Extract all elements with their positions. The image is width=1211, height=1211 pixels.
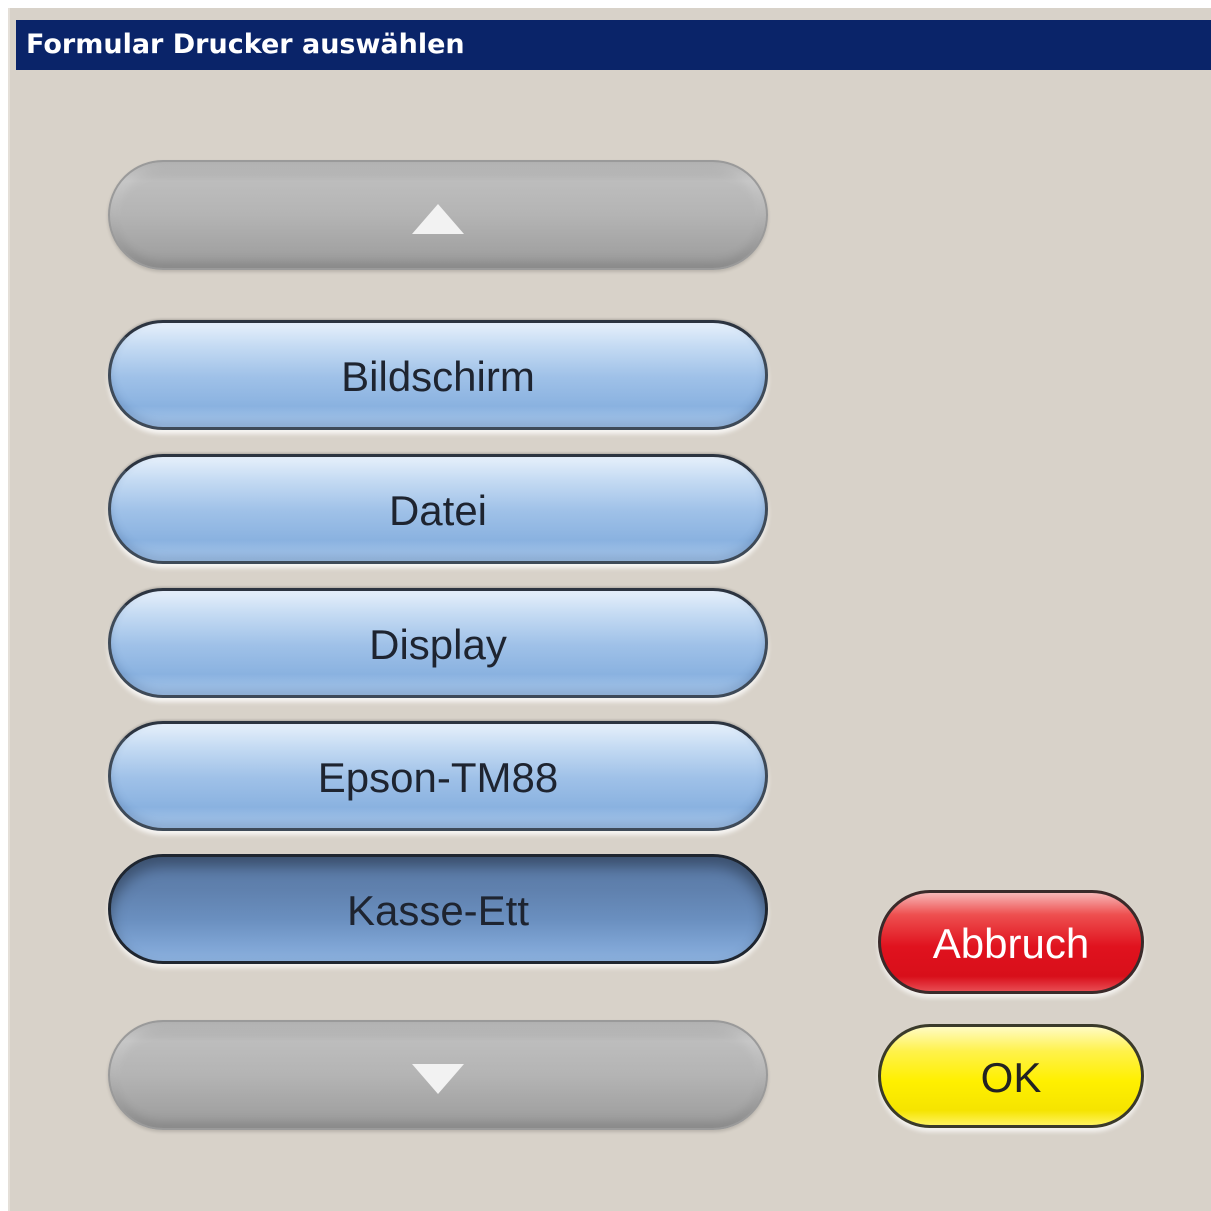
printer-item-label: Bildschirm (341, 353, 535, 400)
dialog-title: Formular Drucker auswählen (26, 29, 465, 60)
printer-item-bildschirm[interactable]: Bildschirm (108, 320, 768, 430)
ok-button[interactable]: OK (878, 1024, 1144, 1128)
triangle-up-icon (412, 204, 464, 234)
scroll-up-button[interactable] (108, 160, 768, 270)
printer-item-label: Kasse-Ett (346, 887, 530, 934)
printer-item-label: Display (369, 621, 507, 668)
triangle-down-icon (412, 1064, 464, 1094)
printer-item-label: Datei (388, 487, 488, 534)
scroll-down-button[interactable] (108, 1020, 768, 1130)
printer-item-kasse-ett[interactable]: Kasse-Ett (108, 854, 768, 964)
cancel-button[interactable]: Abbruch (878, 890, 1144, 994)
printer-item-display[interactable]: Display (108, 588, 768, 698)
ok-button-label: OK (980, 1054, 1042, 1101)
title-bar[interactable]: Formular Drucker auswählen (16, 20, 1211, 70)
printer-item-datei[interactable]: Datei (108, 454, 768, 564)
printer-item-label: Epson-TM88 (317, 754, 559, 801)
cancel-button-label: Abbruch (932, 920, 1090, 967)
printer-item-epson-tm88[interactable]: Epson-TM88 (108, 721, 768, 831)
dialog-window: Formular Drucker auswählen Bildschirm Da… (8, 8, 1211, 1211)
